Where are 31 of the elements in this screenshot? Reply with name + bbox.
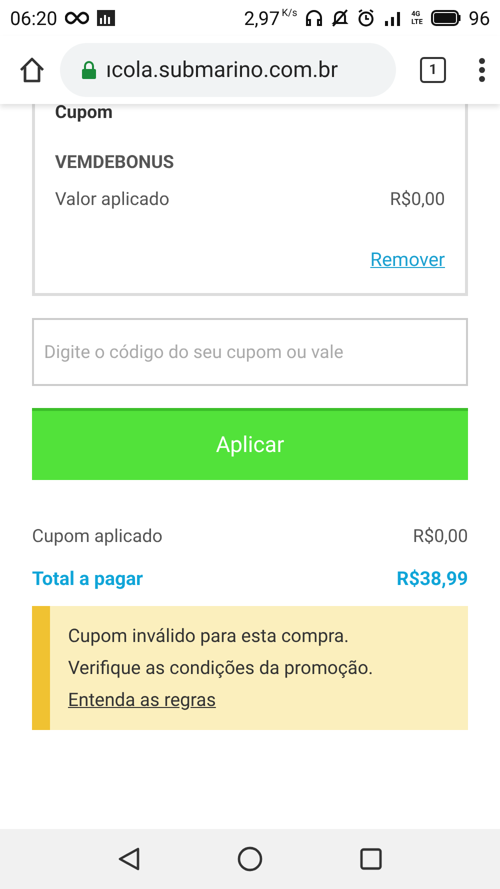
home-icon[interactable] — [18, 56, 46, 84]
chart-app-icon — [97, 10, 116, 26]
battery-icon — [430, 10, 461, 26]
speed-unit: K/s — [282, 8, 298, 19]
summary-value: R$0,00 — [412, 526, 468, 547]
total-value: R$38,99 — [396, 567, 468, 590]
status-time: 06:20 — [10, 6, 58, 30]
coupon-code: VEMDEBONUS — [55, 152, 176, 173]
infinity-icon — [65, 11, 90, 25]
bell-off-icon — [331, 9, 350, 27]
rules-link[interactable]: Entenda as regras — [68, 686, 216, 714]
summary-label: Cupom aplicado — [32, 526, 163, 547]
alert-text: Cupom inválido para esta compra. — [68, 624, 350, 649]
alarm-icon — [357, 9, 376, 27]
applied-label: Valor aplicado — [55, 189, 170, 210]
network-speed: 2,97 — [244, 6, 280, 30]
home-circle-icon[interactable] — [236, 846, 263, 872]
url-text: ıcola.submarino.com.br — [106, 58, 338, 82]
recents-icon[interactable] — [360, 848, 382, 870]
more-menu-icon[interactable] — [478, 57, 486, 83]
coupon-input[interactable]: Digite o código do seu cupom ou vale — [32, 318, 468, 386]
lock-icon — [82, 61, 96, 79]
applied-value: R$0,00 — [390, 189, 445, 210]
tab-count-button[interactable]: 1 — [420, 57, 446, 83]
card-title: Cupom — [55, 104, 114, 122]
total-label: Total a pagar — [32, 567, 143, 590]
headset-icon — [305, 9, 324, 27]
battery-level: 96 — [468, 6, 490, 30]
address-bar[interactable]: ıcola.submarino.com.br — [60, 43, 396, 97]
back-icon[interactable] — [118, 847, 140, 871]
alert-text: Verifique as condições da promoção. — [68, 656, 374, 681]
